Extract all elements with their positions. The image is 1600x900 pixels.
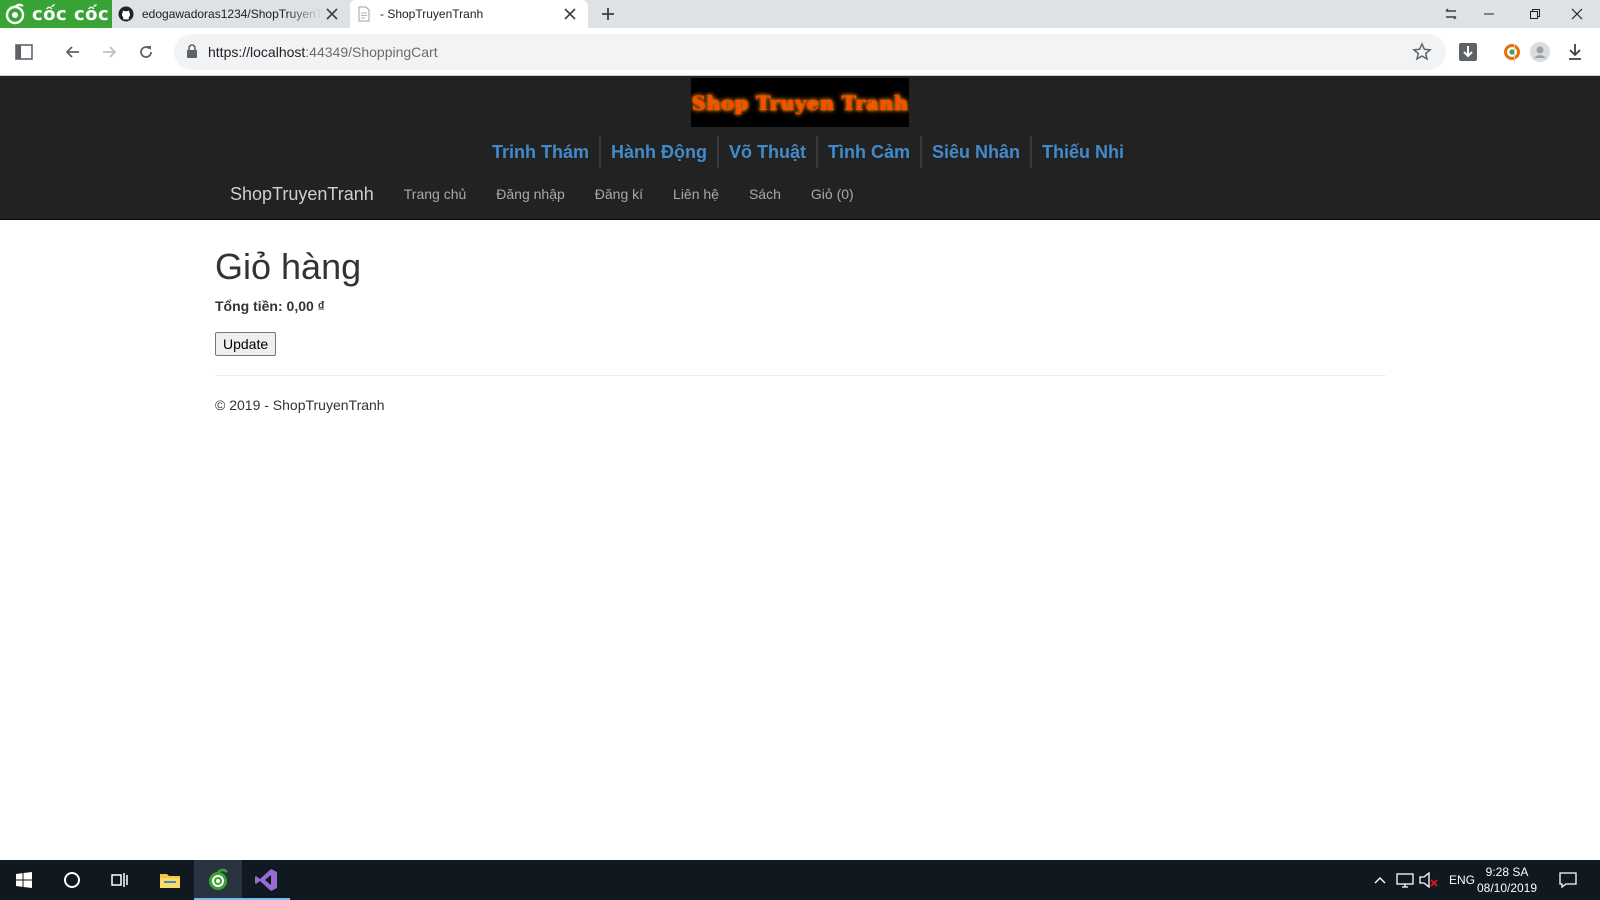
arrow-left-icon [65,46,79,58]
cart-total-text: Tổng tiền: 0,00 ₫ [215,298,325,314]
navbar-brand[interactable]: ShopTruyenTranh [215,184,389,205]
profile-button[interactable] [1528,40,1552,64]
nav-books[interactable]: Sách [734,186,796,202]
notification-icon [1559,872,1577,888]
forward-button[interactable] [97,40,121,64]
taskbar-visual-studio[interactable] [242,860,290,900]
tab-github[interactable]: edogawadoras1234/ShopTruyenTranh [112,0,350,28]
reload-icon [140,46,152,58]
chevron-up-icon [1374,877,1386,884]
visual-studio-icon [255,869,277,891]
cart-total: Tổng tiền: 0,00 ₫ [215,298,1386,314]
avatar-icon [1530,42,1550,62]
reload-button[interactable] [134,40,158,64]
download-manager-button[interactable] [1456,40,1480,64]
logo-text: Shop Truyen Tranh [691,90,909,115]
windows-taskbar: ENG 9:28 SA 08/10/2019 [0,860,1600,900]
tab-title: edogawadoras1234/ShopTruyenTranh [142,7,322,21]
taskbar-file-explorer[interactable] [146,860,194,900]
coccoc-logo-icon [5,3,25,25]
arrow-right-icon [103,46,117,58]
lock-icon [187,44,197,58]
task-view-button[interactable] [96,860,144,900]
close-tab-icon[interactable] [562,6,578,22]
download-box-icon [1459,43,1477,61]
coccoc-app-icon [209,868,228,890]
category-link-vo-thuat[interactable]: Võ Thuật [716,136,816,168]
plus-icon [602,8,614,20]
volume-tray-icon[interactable] [1418,860,1440,900]
coccoc-brand-text: cốc cốc [32,3,110,25]
category-menu: Trinh Thám Hành Động Võ Thuật Tình Cảm S… [0,136,1600,168]
browser-toolbar: https://localhost:44349/ShoppingCart [0,28,1600,76]
volume-muted-icon [1419,872,1438,888]
url-host: https://localhost [208,44,306,60]
back-button[interactable] [61,40,85,64]
sidebar-toggle-button[interactable] [12,40,36,64]
windows-logo-icon [16,872,32,888]
download-arrow-icon [1569,44,1581,60]
minimize-icon [1484,13,1494,15]
network-tray-icon[interactable] [1394,860,1416,900]
nav-contact[interactable]: Liên hệ [658,186,734,202]
action-center-button[interactable] [1548,860,1588,900]
close-window-button[interactable] [1554,0,1600,28]
tab-title: - ShopTruyenTranh [380,7,484,21]
footer-copyright: © 2019 - ShopTruyenTranh [215,397,385,413]
site-header: Shop Truyen Tranh Trinh Thám Hành Động V… [0,76,1600,220]
close-icon [1571,8,1583,20]
tab-shoptruyentranh[interactable]: - ShopTruyenTranh [350,0,588,28]
page-icon [358,6,370,22]
clock-time: 9:28 SA [1485,865,1529,879]
extension-button[interactable] [1500,40,1524,64]
page-content: Giỏ hàng Tổng tiền: 0,00 ₫ Update © 2019… [215,220,1386,413]
network-icon [1396,873,1414,888]
url-text[interactable]: https://localhost:44349/ShoppingCart [208,44,438,60]
nav-home[interactable]: Trang chủ [389,186,482,202]
category-link-sieu-nhan[interactable]: Siêu Nhân [920,136,1030,168]
minimize-button[interactable] [1466,0,1512,28]
category-link-hanh-dong[interactable]: Hành Động [598,136,717,168]
cortana-circle-icon [64,872,80,888]
bookmark-star-icon[interactable] [1412,42,1432,62]
restore-button[interactable] [1512,0,1558,28]
extension-ring-icon [1504,44,1520,60]
toolbar-separator [1514,44,1515,62]
cortana-search-button[interactable] [48,860,96,900]
close-tab-icon[interactable] [324,6,340,22]
site-logo[interactable]: Shop Truyen Tranh [691,78,909,127]
coccoc-menu-button[interactable]: cốc cốc [0,0,112,28]
github-icon [118,6,134,22]
browser-tab-strip: cốc cốc edogawadoras1234/ShopTruyenTranh… [0,0,1600,28]
start-button[interactable] [0,860,48,900]
nav-register[interactable]: Đăng kí [580,186,658,202]
category-link-trinh-tham[interactable]: Trinh Thám [482,136,599,168]
downloads-button[interactable] [1563,40,1587,64]
task-view-icon [111,873,128,887]
url-path: :44349/ShoppingCart [305,44,438,60]
show-hidden-icons-button[interactable] [1370,860,1390,900]
nav-login[interactable]: Đăng nhập [481,186,580,202]
page-title: Giỏ hàng [215,246,362,287]
nav-cart[interactable]: Giỏ (0) [796,186,869,202]
category-link-thieu-nhi[interactable]: Thiếu Nhi [1030,136,1134,168]
new-tab-button[interactable] [598,4,618,24]
address-bar[interactable]: https://localhost:44349/ShoppingCart [174,34,1446,70]
folder-icon [160,874,180,888]
clock-date: 08/10/2019 [1476,881,1538,895]
category-link-tinh-cam[interactable]: Tình Cảm [815,136,920,168]
update-cart-button[interactable]: Update [215,332,277,356]
taskbar-clock[interactable]: 9:28 SA 08/10/2019 [1472,864,1542,896]
swap-arrows-icon [1445,8,1457,20]
restore-icon [1530,9,1540,19]
sidebar-icon [15,44,33,60]
taskbar-coccoc-browser[interactable] [194,860,242,900]
main-navbar: ShopTruyenTranh Trang chủ Đăng nhập Đăng… [215,174,869,214]
footer-divider [215,375,1386,376]
